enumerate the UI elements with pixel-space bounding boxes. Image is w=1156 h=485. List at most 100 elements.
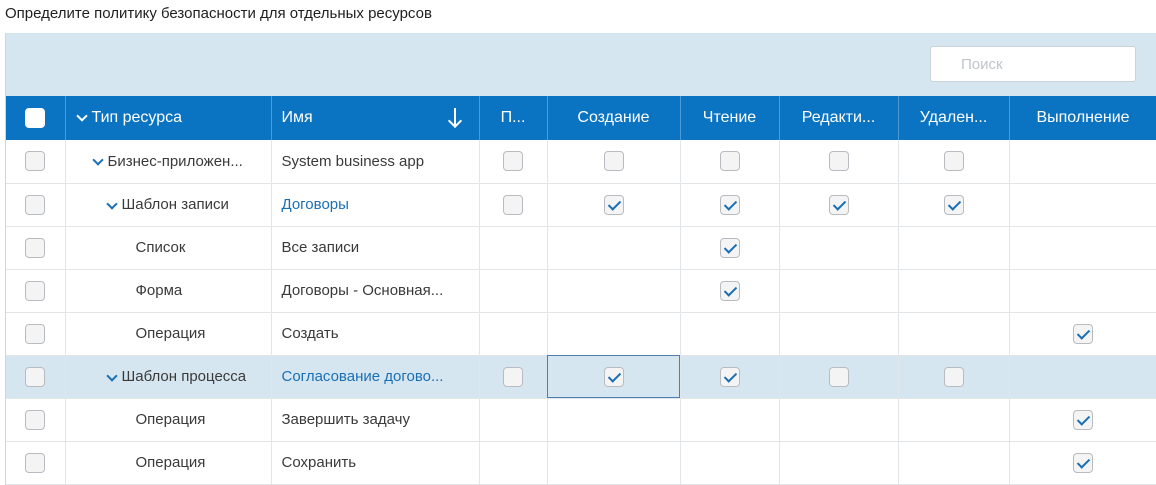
permission-create-checkbox[interactable] <box>603 366 624 387</box>
column-delete[interactable]: Удален... <box>898 96 1010 140</box>
table-row[interactable]: Операция Сохранить <box>6 441 1156 485</box>
permission-edit-cell <box>779 355 899 399</box>
table-header-row: Тип ресурса Имя П... Создание Чтение Ред… <box>6 96 1156 140</box>
resource-name-label: Создать <box>281 325 339 342</box>
column-delete-label: Удален... <box>919 109 988 126</box>
permission-read-cell <box>680 226 780 270</box>
permission-read-checkbox[interactable] <box>719 237 740 258</box>
sort-down-icon[interactable] <box>449 108 461 128</box>
row-select-cell <box>6 398 66 442</box>
row-select-checkbox[interactable] <box>25 194 46 215</box>
permission-read-cell <box>680 269 780 313</box>
resource-type-cell: Операция <box>65 312 272 356</box>
permission-read-checkbox[interactable] <box>719 151 740 172</box>
permission-delete-cell <box>898 183 1010 227</box>
search-input[interactable] <box>930 46 1136 82</box>
permission-create-cell <box>547 312 681 356</box>
column-edit[interactable]: Редакти... <box>779 96 899 140</box>
chevron-down-icon[interactable] <box>105 369 118 382</box>
table-row[interactable]: Шаблон процесса Согласование догово... <box>6 355 1156 399</box>
row-select-checkbox[interactable] <box>25 452 46 473</box>
chevron-down-icon[interactable] <box>91 154 104 166</box>
resource-name-cell: Создать <box>271 312 480 356</box>
column-name[interactable]: Имя <box>271 96 480 140</box>
permission-p-cell <box>479 441 548 485</box>
resource-type-cell: Список <box>65 226 272 270</box>
permission-p-cell <box>479 183 548 227</box>
row-select-checkbox[interactable] <box>25 237 46 258</box>
permission-read-checkbox[interactable] <box>719 280 740 301</box>
select-all-checkbox[interactable] <box>25 108 46 128</box>
permission-delete-cell <box>898 269 1010 313</box>
column-p[interactable]: П... <box>479 96 548 140</box>
permission-execute-checkbox[interactable] <box>1073 409 1093 430</box>
permission-execute-cell <box>1009 312 1156 356</box>
permission-read-cell <box>680 140 780 184</box>
permission-p-checkbox[interactable] <box>503 151 523 172</box>
permission-read-checkbox[interactable] <box>719 194 740 215</box>
permission-execute-checkbox[interactable] <box>1073 323 1093 344</box>
resource-name-cell[interactable]: Договоры <box>271 183 480 227</box>
row-select-checkbox[interactable] <box>25 151 46 172</box>
resource-name-cell[interactable]: Согласование догово... <box>271 355 480 399</box>
permission-edit-cell <box>779 312 899 356</box>
resource-type-label: Бизнес-приложен... <box>107 152 243 170</box>
resource-name-link[interactable]: Согласование догово... <box>282 368 444 385</box>
row-select-cell <box>6 312 66 356</box>
resource-type-cell: Форма <box>65 269 272 313</box>
column-read[interactable]: Чтение <box>680 96 780 140</box>
permission-read-cell <box>680 183 780 227</box>
permission-delete-checkbox[interactable] <box>943 194 964 215</box>
permission-edit-cell <box>779 140 899 184</box>
permission-execute-cell <box>1009 398 1156 442</box>
row-select-cell <box>6 183 66 227</box>
permission-create-checkbox[interactable] <box>603 151 624 172</box>
resource-type-label: Шаблон процесса <box>121 368 247 385</box>
row-select-cell <box>6 441 66 485</box>
resource-name-link[interactable]: Договоры <box>282 196 349 213</box>
column-read-label: Чтение <box>702 109 757 126</box>
chevron-down-icon[interactable] <box>75 110 88 122</box>
permission-create-cell <box>547 398 681 442</box>
row-select-cell <box>6 269 66 313</box>
permission-execute-checkbox[interactable] <box>1073 452 1093 473</box>
table-row[interactable]: Форма Договоры - Основная... <box>6 269 1156 313</box>
resource-name-cell: Сохранить <box>271 441 480 485</box>
table-row[interactable]: Список Все записи <box>6 226 1156 270</box>
resources-panel: Тип ресурса Имя П... Создание Чтение Ред… <box>5 33 1156 485</box>
chevron-down-icon[interactable] <box>105 197 118 210</box>
permission-read-checkbox[interactable] <box>719 366 740 387</box>
permission-create-checkbox[interactable] <box>603 194 624 215</box>
permission-p-checkbox[interactable] <box>503 194 523 215</box>
table-row[interactable]: Операция Создать <box>6 312 1156 356</box>
resource-type-label: Операция <box>135 411 206 428</box>
permission-delete-checkbox[interactable] <box>943 151 964 172</box>
column-create[interactable]: Создание <box>547 96 681 140</box>
permission-read-cell <box>680 312 780 356</box>
column-edit-label: Редакти... <box>801 109 876 126</box>
permission-delete-cell <box>898 226 1010 270</box>
resource-type-label: Операция <box>135 325 206 342</box>
resource-type-label: Операция <box>135 454 206 471</box>
permission-read-cell <box>680 355 780 399</box>
column-execute[interactable]: Выполнение <box>1009 96 1156 140</box>
row-select-checkbox[interactable] <box>25 366 46 387</box>
resource-type-cell: Шаблон записи <box>65 183 272 227</box>
permission-create-cell <box>547 441 681 485</box>
resource-type-cell: Операция <box>65 398 272 442</box>
permission-p-checkbox[interactable] <box>503 366 523 387</box>
row-select-checkbox[interactable] <box>25 280 46 301</box>
permission-edit-checkbox[interactable] <box>828 151 849 172</box>
row-select-checkbox[interactable] <box>25 409 46 430</box>
table-row[interactable]: Бизнес-приложен... System business app <box>6 140 1156 184</box>
permission-edit-cell <box>779 441 899 485</box>
permission-delete-checkbox[interactable] <box>943 366 964 387</box>
column-resource-type[interactable]: Тип ресурса <box>65 96 272 140</box>
permission-edit-checkbox[interactable] <box>828 194 849 215</box>
permission-edit-checkbox[interactable] <box>828 366 849 387</box>
row-select-checkbox[interactable] <box>25 323 46 344</box>
table-row[interactable]: Шаблон записи Договоры <box>6 183 1156 227</box>
table-row[interactable]: Операция Завершить задачу <box>6 398 1156 442</box>
permission-delete-cell <box>898 398 1010 442</box>
resources-table: Тип ресурса Имя П... Создание Чтение Ред… <box>6 96 1156 485</box>
